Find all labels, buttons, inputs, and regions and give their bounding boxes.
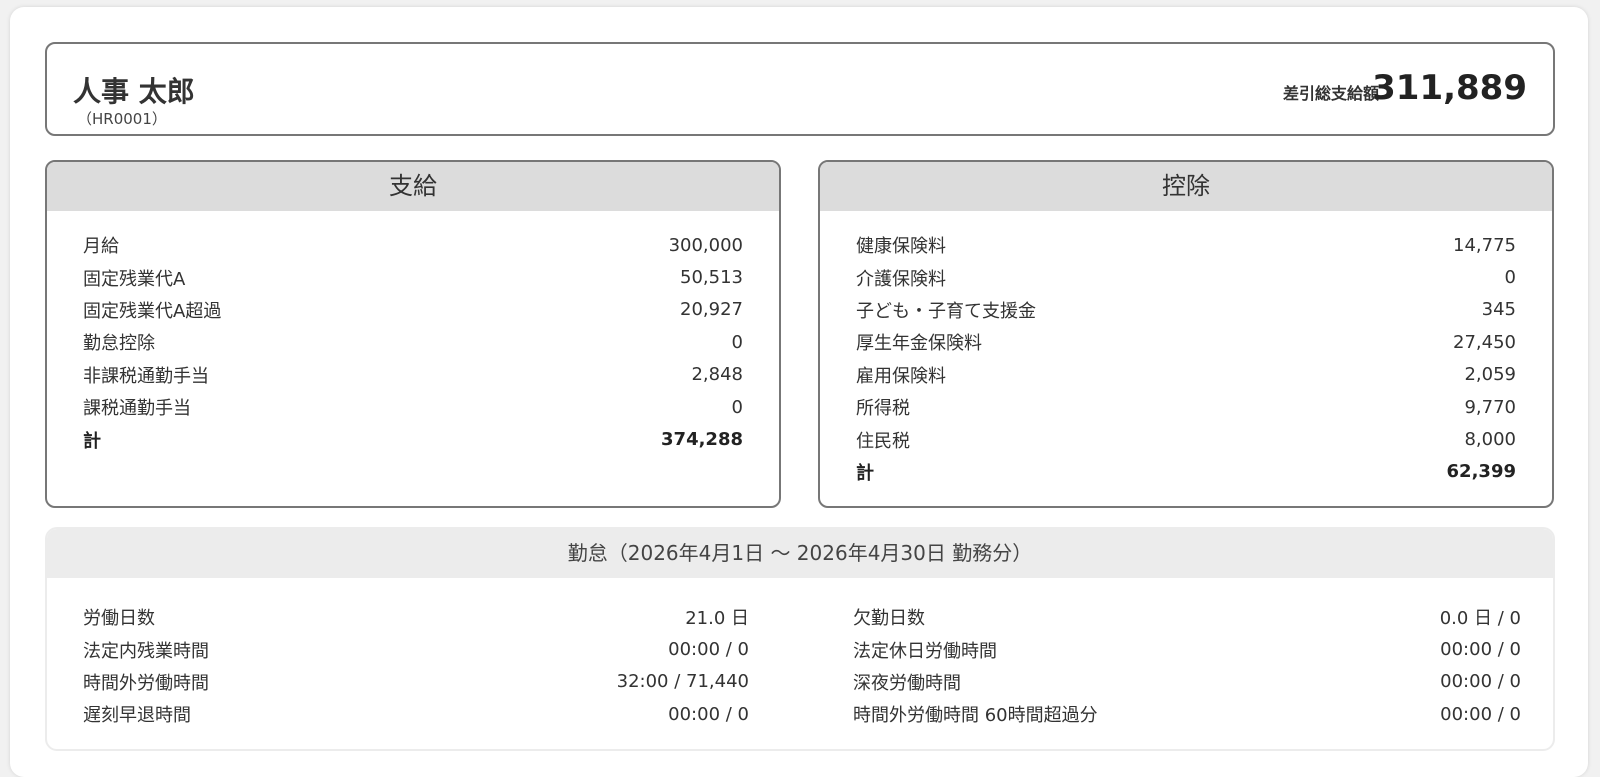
deduction-row: 子ども・子育て支援金 345 — [856, 294, 1516, 326]
payment-label: 勤怠控除 — [83, 333, 155, 355]
payments-panel: 支給 月給 300,000 固定残業代A 50,513 固定残業代A超過 20,… — [45, 160, 781, 508]
payment-label: 月給 — [83, 236, 119, 258]
attendance-row: 遅刻早退時間 00:00 / 0 — [83, 698, 749, 730]
deduction-row: 雇用保険料 2,059 — [856, 359, 1516, 391]
deduction-label: 健康保険料 — [856, 236, 946, 258]
attendance-label: 法定内残業時間 — [83, 640, 209, 662]
payment-label: 固定残業代A — [83, 268, 186, 290]
payments-total-row: 計 374,288 — [83, 423, 743, 455]
deduction-value: 14,775 — [1453, 234, 1516, 256]
attendance-row: 法定内残業時間 00:00 / 0 — [83, 633, 749, 665]
deduction-row: 所得税 9,770 — [856, 391, 1516, 423]
deduction-label: 雇用保険料 — [856, 365, 946, 387]
net-pay-value: 311,889 — [1372, 68, 1527, 108]
deduction-row: 住民税 8,000 — [856, 423, 1516, 455]
attendance-value: 21.0 日 — [685, 608, 749, 630]
attendance-row: 時間外労働時間 60時間超過分 00:00 / 0 — [853, 698, 1521, 730]
payments-total-label: 計 — [83, 430, 101, 452]
attendance-row: 時間外労働時間 32:00 / 71,440 — [83, 666, 749, 698]
attendance-label: 欠勤日数 — [853, 608, 925, 630]
deduction-value: 345 — [1481, 299, 1516, 321]
attendance-value: 00:00 / 0 — [1440, 639, 1521, 661]
payment-value: 0 — [731, 396, 743, 418]
net-pay-label: 差引総支給額 — [1282, 84, 1379, 103]
attendance-value: 00:00 / 0 — [668, 703, 749, 725]
attendance-row: 法定休日労働時間 00:00 / 0 — [853, 633, 1521, 665]
attendance-label: 遅刻早退時間 — [83, 705, 191, 727]
deductions-total-label: 計 — [856, 462, 874, 484]
payment-row: 固定残業代A 50,513 — [83, 261, 743, 293]
deduction-value: 27,450 — [1453, 331, 1516, 353]
attendance-label: 時間外労働時間 60時間超過分 — [853, 705, 1098, 727]
attendance-right-column: 欠勤日数 0.0 日 / 0 法定休日労働時間 00:00 / 0 深夜労働時間… — [853, 601, 1521, 731]
attendance-value: 00:00 / 0 — [1440, 703, 1521, 725]
deductions-title: 控除 — [820, 162, 1552, 211]
employee-header: 人事 太郎 （HR0001） 差引総支給額 311,889 — [45, 42, 1555, 136]
payment-label: 固定残業代A超過 — [83, 300, 222, 322]
payment-row: 非課税通勤手当 2,848 — [83, 359, 743, 391]
payment-value: 300,000 — [668, 234, 743, 256]
attendance-label: 深夜労働時間 — [853, 672, 961, 694]
payment-row: 月給 300,000 — [83, 229, 743, 261]
deductions-panel: 控除 健康保険料 14,775 介護保険料 0 子ども・子育て支援金 345 厚… — [818, 160, 1554, 508]
deduction-label: 厚生年金保険料 — [856, 333, 982, 355]
attendance-title: 勤怠（2026年4月1日 〜 2026年4月30日 勤務分） — [47, 529, 1553, 578]
payment-row: 固定残業代A超過 20,927 — [83, 294, 743, 326]
deduction-label: 所得税 — [856, 398, 910, 420]
attendance-value: 00:00 / 0 — [668, 639, 749, 661]
deductions-total-row: 計 62,399 — [856, 456, 1516, 488]
deduction-label: 住民税 — [856, 430, 910, 452]
employee-name: 人事 太郎 — [73, 75, 195, 108]
payment-row: 課税通勤手当 0 — [83, 391, 743, 423]
attendance-label: 法定休日労働時間 — [853, 640, 997, 662]
deduction-row: 介護保険料 0 — [856, 261, 1516, 293]
payment-label: 課税通勤手当 — [83, 398, 191, 420]
attendance-value: 32:00 / 71,440 — [616, 671, 749, 693]
attendance-panel: 勤怠（2026年4月1日 〜 2026年4月30日 勤務分） 労働日数 21.0… — [45, 527, 1555, 751]
deduction-label: 子ども・子育て支援金 — [856, 300, 1036, 322]
attendance-row: 労働日数 21.0 日 — [83, 601, 749, 633]
attendance-value: 0.0 日 / 0 — [1439, 608, 1521, 630]
deductions-total-value: 62,399 — [1446, 461, 1516, 483]
payment-label: 非課税通勤手当 — [83, 365, 209, 387]
deduction-value: 9,770 — [1464, 396, 1516, 418]
attendance-row: 欠勤日数 0.0 日 / 0 — [853, 601, 1521, 633]
attendance-left-column: 労働日数 21.0 日 法定内残業時間 00:00 / 0 時間外労働時間 32… — [83, 601, 749, 731]
attendance-label: 時間外労働時間 — [83, 672, 209, 694]
attendance-value: 00:00 / 0 — [1440, 671, 1521, 693]
payments-title: 支給 — [47, 162, 779, 211]
deduction-row: 健康保険料 14,775 — [856, 229, 1516, 261]
payments-total-value: 374,288 — [661, 429, 743, 451]
employee-code: （HR0001） — [77, 110, 167, 128]
payment-value: 20,927 — [680, 299, 743, 321]
deduction-value: 0 — [1504, 267, 1516, 289]
payment-value: 50,513 — [680, 267, 743, 289]
payment-value: 0 — [731, 331, 743, 353]
deduction-row: 厚生年金保険料 27,450 — [856, 326, 1516, 358]
payment-row: 勤怠控除 0 — [83, 326, 743, 358]
deduction-label: 介護保険料 — [856, 268, 946, 290]
deduction-value: 2,059 — [1464, 364, 1516, 386]
deduction-value: 8,000 — [1464, 429, 1516, 451]
attendance-label: 労働日数 — [83, 608, 155, 630]
payment-value: 2,848 — [691, 364, 743, 386]
attendance-row: 深夜労働時間 00:00 / 0 — [853, 666, 1521, 698]
